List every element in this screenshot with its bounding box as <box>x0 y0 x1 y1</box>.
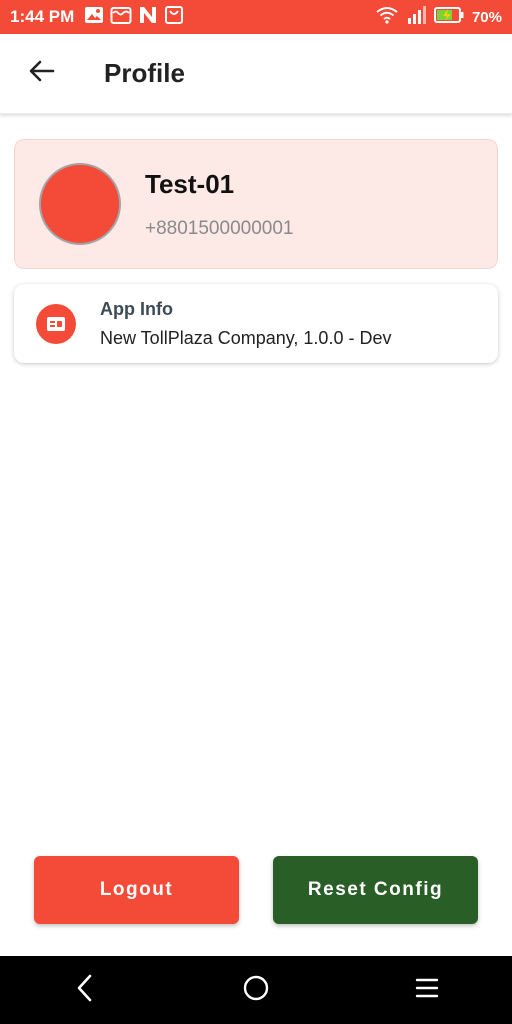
app-info-text: App Info New TollPlaza Company, 1.0.0 - … <box>100 299 391 349</box>
page-title: Profile <box>104 58 185 88</box>
back-nav-icon <box>75 974 95 1007</box>
app-info-card[interactable]: App Info New TollPlaza Company, 1.0.0 - … <box>14 284 498 363</box>
home-nav-button[interactable] <box>226 960 286 1020</box>
logout-button[interactable]: Logout <box>34 856 239 924</box>
wifi-icon <box>376 6 398 29</box>
menu-nav-button[interactable] <box>397 960 457 1020</box>
user-phone: +8801500000001 <box>145 217 294 239</box>
app-bar: Profile <box>0 34 512 114</box>
status-bar: 1:44 PM 70% <box>0 0 512 34</box>
wallet-icon <box>110 5 132 30</box>
app-info-subtitle: New TollPlaza Company, 1.0.0 - Dev <box>100 327 392 348</box>
back-button[interactable] <box>22 54 62 94</box>
back-nav-button[interactable] <box>55 960 115 1020</box>
status-notification-icons <box>84 5 184 30</box>
status-system-icons: 70% <box>376 5 502 29</box>
image-icon <box>84 6 104 29</box>
id-card-icon <box>36 303 76 344</box>
signal-icon <box>406 5 426 29</box>
reset-config-button[interactable]: Reset Config <box>273 856 478 924</box>
profile-card: Test-01 +8801500000001 <box>14 139 498 269</box>
n-app-icon <box>138 5 158 30</box>
avatar <box>39 163 121 245</box>
system-nav-bar <box>0 956 512 1024</box>
home-nav-icon <box>242 974 270 1007</box>
battery-charging-icon <box>433 6 464 28</box>
arrow-left-icon <box>29 60 55 87</box>
profile-details: Test-01 +8801500000001 <box>145 169 293 240</box>
user-name: Test-01 <box>145 168 235 199</box>
battery-percentage: 70% <box>471 8 502 26</box>
shopping-icon <box>164 5 184 30</box>
menu-nav-icon <box>415 977 439 1004</box>
status-time: 1:44 PM <box>10 7 75 26</box>
app-info-title: App Info <box>100 298 173 319</box>
